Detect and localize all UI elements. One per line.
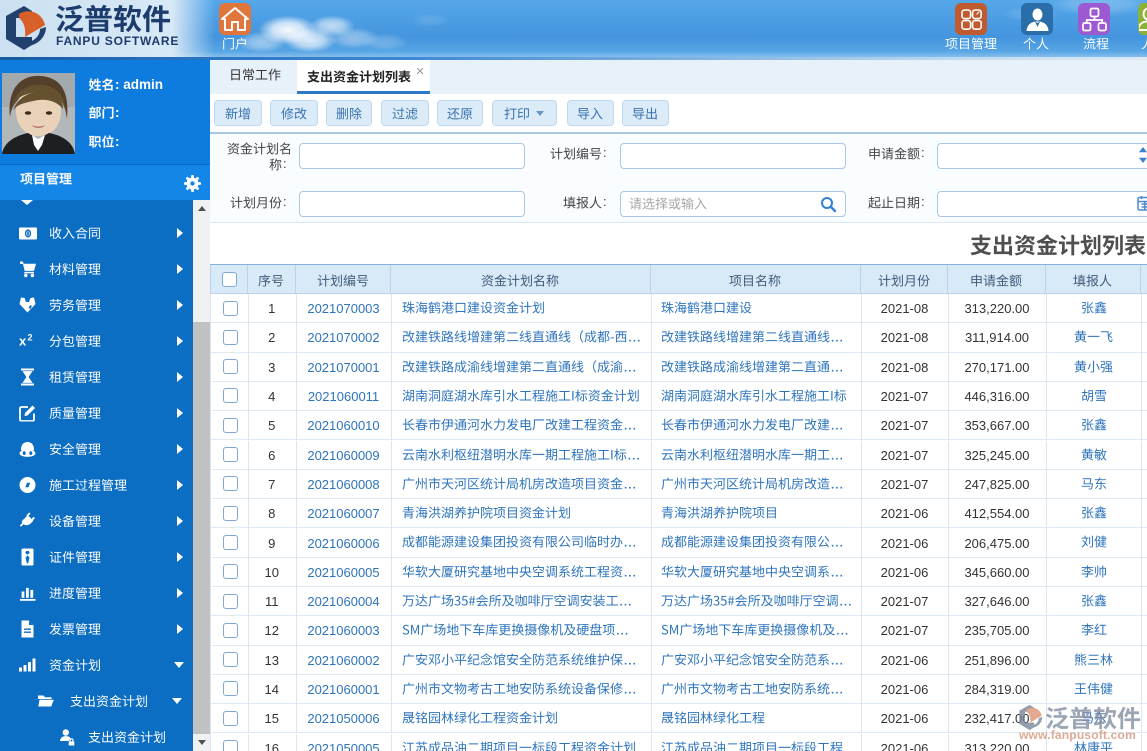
svg-text:2: 2 xyxy=(28,333,33,343)
svg-text:x: x xyxy=(19,334,27,349)
